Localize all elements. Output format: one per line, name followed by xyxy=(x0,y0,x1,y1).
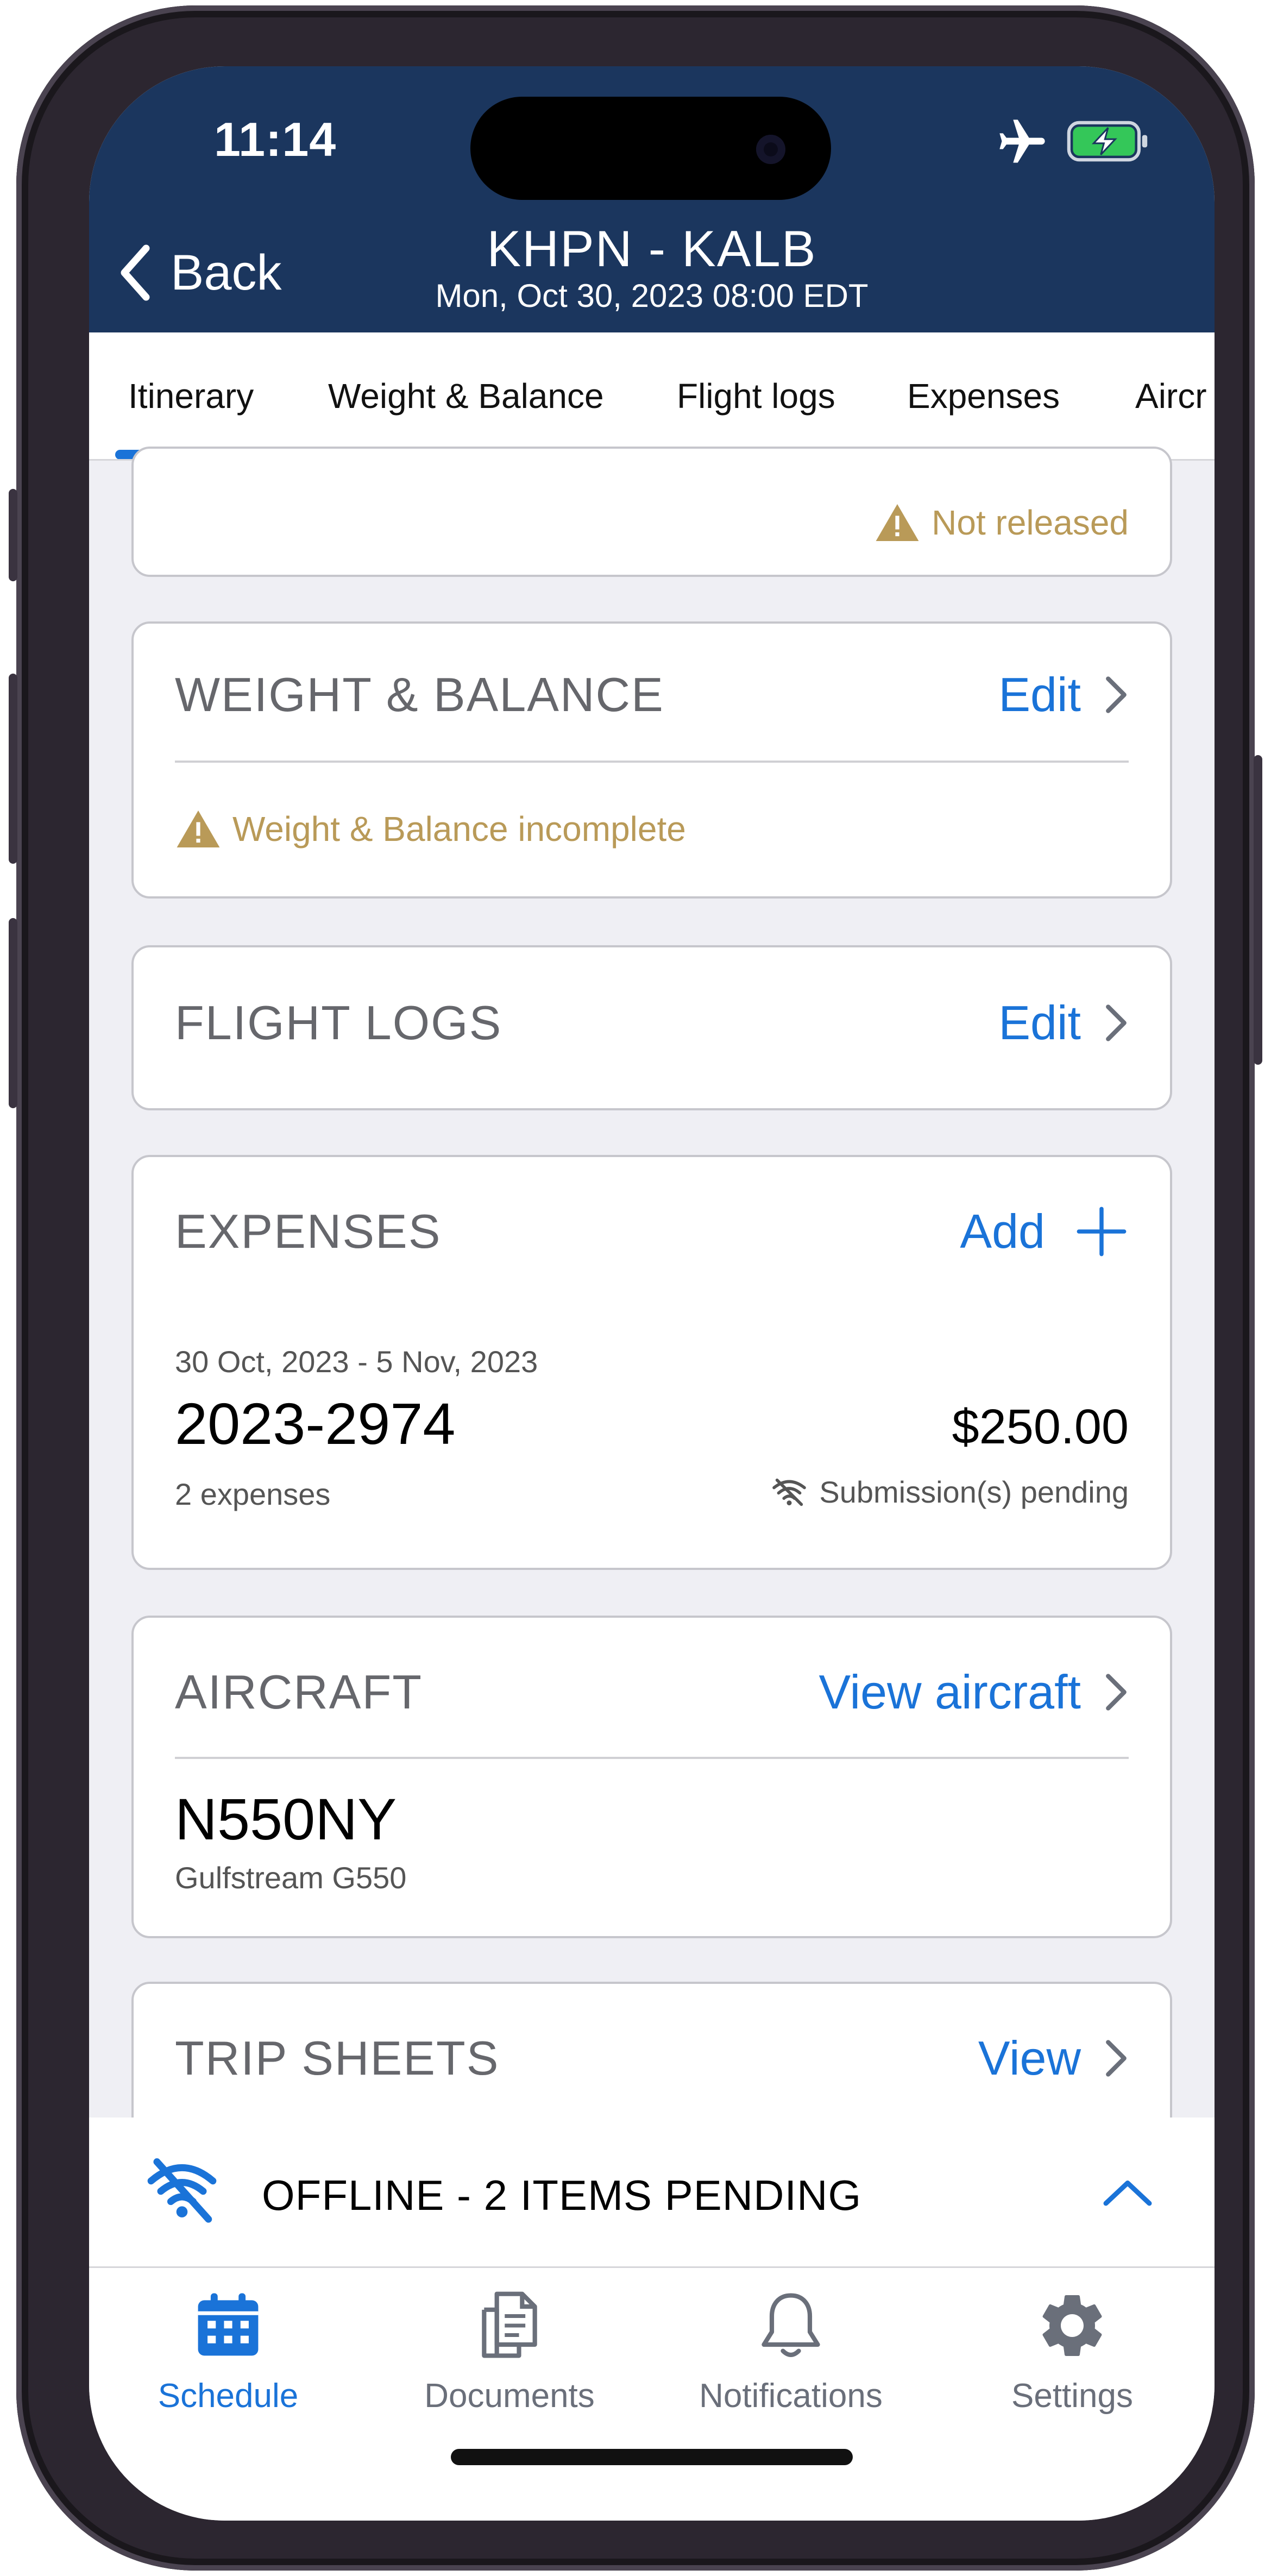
flight-logs-card: FLIGHT LOGS Edit xyxy=(131,945,1172,1110)
nav-label: Documents xyxy=(424,2377,595,2415)
chevron-up-icon[interactable] xyxy=(1100,2177,1155,2208)
expense-date-range: 30 Oct, 2023 - 5 Nov, 2023 xyxy=(175,1344,538,1379)
weight-balance-card: WEIGHT & BALANCE Edit Weight & Balance i… xyxy=(131,621,1172,899)
bell-icon xyxy=(762,2293,820,2358)
view-label: View xyxy=(978,2031,1081,2085)
aircraft-card: AIRCRAFT View aircraft N550NY Gulfstream… xyxy=(131,1616,1172,1938)
volume-down-button xyxy=(9,918,17,1108)
weight-balance-warning-text: Weight & Balance incomplete xyxy=(232,809,686,849)
release-card: Not released xyxy=(131,447,1172,577)
expense-count: 2 expenses xyxy=(175,1477,331,1511)
add-label: Add xyxy=(960,1204,1045,1258)
home-indicator xyxy=(451,2449,853,2465)
divider xyxy=(175,761,1129,763)
add-expense-button[interactable]: Add xyxy=(960,1204,1129,1259)
nav-label: Settings xyxy=(1011,2377,1134,2415)
divider xyxy=(175,1757,1129,1759)
chevron-right-icon xyxy=(1106,1004,1127,1041)
calendar-icon xyxy=(198,2293,259,2356)
gear-icon xyxy=(1042,2295,1102,2356)
release-status: Not released xyxy=(874,502,1129,543)
bottom-tab-bar: Schedule Documents Notifications Setting… xyxy=(89,2266,1215,2521)
trip-sheets-title: TRIP SHEETS xyxy=(175,2031,500,2085)
nav-label: Notifications xyxy=(699,2377,883,2415)
camera-icon xyxy=(756,135,785,164)
silent-switch xyxy=(9,489,17,581)
nav-label: Schedule xyxy=(158,2377,299,2415)
flight-logs-title: FLIGHT LOGS xyxy=(175,996,502,1050)
tab-aircraft[interactable]: Aircr xyxy=(1135,376,1207,416)
expense-report-row[interactable]: 30 Oct, 2023 - 5 Nov, 2023 2023-2974 $25… xyxy=(134,1304,1170,1565)
release-status-text: Not released xyxy=(932,503,1129,542)
aircraft-model: Gulfstream G550 xyxy=(175,1861,407,1895)
aircraft-tail-number: N550NY xyxy=(175,1786,397,1852)
power-button xyxy=(1254,755,1262,1065)
expenses-card: EXPENSES Add 30 Oct, 2023 - 5 Nov, 2023 … xyxy=(131,1155,1172,1570)
weight-balance-edit-button[interactable]: Edit xyxy=(998,667,1129,722)
offline-banner[interactable]: OFFLINE - 2 ITEMS PENDING xyxy=(89,2118,1215,2266)
volume-up-button xyxy=(9,674,17,864)
status-time: 11:14 xyxy=(214,112,337,166)
tab-flight-logs[interactable]: Flight logs xyxy=(677,376,835,416)
plus-icon xyxy=(1077,1207,1127,1256)
warning-icon xyxy=(876,504,919,542)
edit-label: Edit xyxy=(998,996,1081,1050)
page-subtitle: Mon, Oct 30, 2023 08:00 EDT xyxy=(435,278,869,314)
expense-status-text: Submission(s) pending xyxy=(819,1475,1129,1509)
view-trip-sheets-button[interactable]: View xyxy=(978,2031,1129,2086)
wifi-off-icon xyxy=(772,1478,807,1506)
tab-expenses[interactable]: Expenses xyxy=(907,376,1060,416)
battery-charging-icon xyxy=(1067,121,1148,162)
nav-notifications[interactable]: Notifications xyxy=(671,2288,910,2415)
expenses-title: EXPENSES xyxy=(175,1204,442,1258)
page-title: KHPN - KALB xyxy=(487,220,817,277)
expense-report-id: 2023-2974 xyxy=(175,1391,456,1456)
tab-itinerary[interactable]: Itinerary xyxy=(128,376,254,416)
nav-documents[interactable]: Documents xyxy=(390,2288,629,2415)
nav-schedule[interactable]: Schedule xyxy=(109,2288,348,2415)
view-aircraft-label: View aircraft xyxy=(819,1665,1081,1719)
flight-logs-edit-button[interactable]: Edit xyxy=(998,995,1129,1051)
app-header: 11:14 Back KHPN - KALB Mon, Oct 30, 2023 xyxy=(89,66,1215,332)
nav-settings[interactable]: Settings xyxy=(953,2288,1192,2415)
aircraft-title: AIRCRAFT xyxy=(175,1665,423,1719)
phone-frame: 11:14 Back KHPN - KALB Mon, Oct 30, 2023 xyxy=(9,5,1262,2571)
expense-amount: $250.00 xyxy=(952,1400,1129,1454)
offline-message: OFFLINE - 2 ITEMS PENDING xyxy=(262,2171,862,2219)
screen: 11:14 Back KHPN - KALB Mon, Oct 30, 2023 xyxy=(89,66,1215,2521)
chevron-right-icon xyxy=(1106,2040,1127,2077)
chevron-right-icon xyxy=(1106,676,1127,713)
wifi-off-icon xyxy=(147,2158,217,2223)
dynamic-island xyxy=(470,97,831,200)
airplane-mode-icon xyxy=(999,120,1045,163)
documents-icon xyxy=(482,2291,537,2358)
chevron-right-icon xyxy=(1106,1674,1127,1711)
weight-balance-warning: Weight & Balance incomplete xyxy=(175,808,686,850)
tab-weight-balance[interactable]: Weight & Balance xyxy=(328,376,604,416)
weight-balance-title: WEIGHT & BALANCE xyxy=(175,668,664,721)
edit-label: Edit xyxy=(998,668,1081,721)
expense-status: Submission(s) pending xyxy=(770,1474,1129,1510)
view-aircraft-button[interactable]: View aircraft xyxy=(819,1664,1129,1720)
warning-icon xyxy=(177,810,220,848)
tab-bar: Itinerary Weight & Balance Flight logs E… xyxy=(89,332,1215,461)
